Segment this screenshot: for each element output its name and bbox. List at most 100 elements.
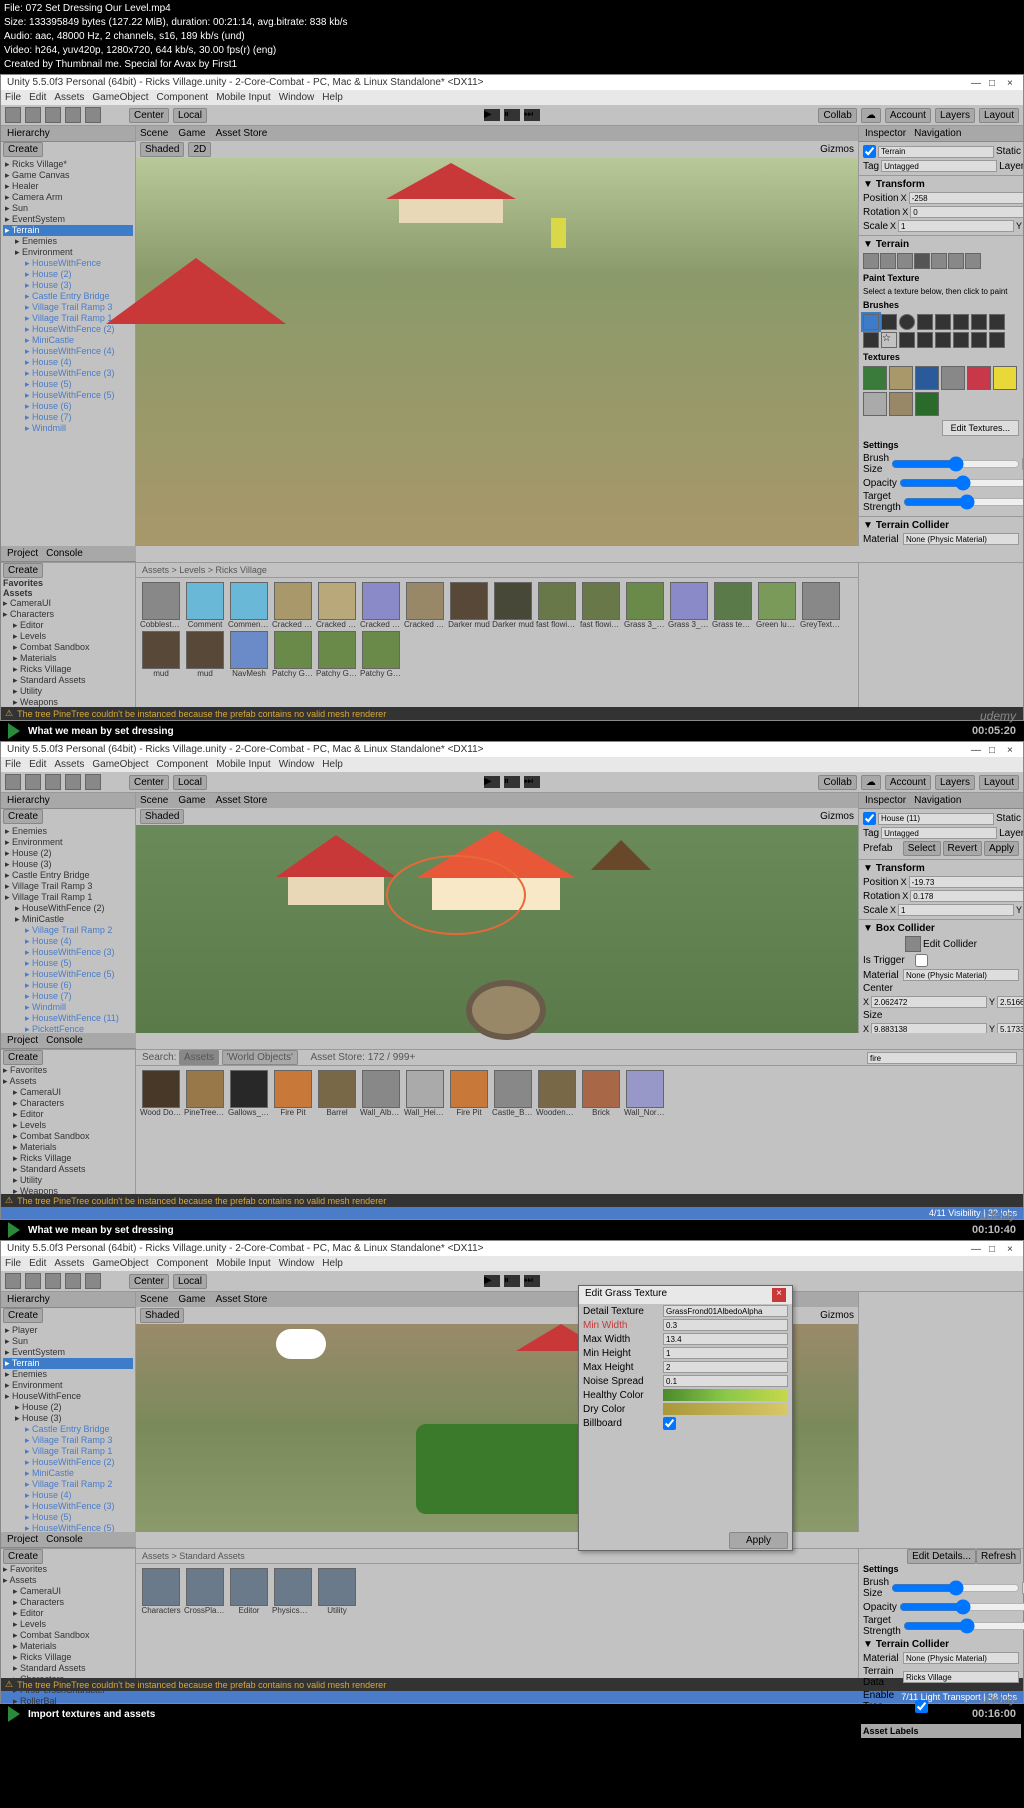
- asset-item[interactable]: CrossPlatf...: [184, 1568, 226, 1615]
- menu-assets[interactable]: Assets: [54, 92, 84, 103]
- revert-button[interactable]: Revert: [943, 841, 982, 856]
- menu-file[interactable]: File: [5, 92, 21, 103]
- project-tree-item[interactable]: ▸ Ricks Village: [1, 664, 135, 675]
- project-tree-item[interactable]: ▸ Materials: [1, 1641, 135, 1652]
- menu-help[interactable]: Help: [322, 92, 343, 103]
- asset-item[interactable]: Castle_Bri...: [492, 1070, 534, 1117]
- paint-height-icon[interactable]: [880, 253, 896, 269]
- asset-item[interactable]: Grass text...: [712, 582, 754, 629]
- max-width-input[interactable]: [663, 1333, 788, 1345]
- asset-item[interactable]: mud: [140, 631, 182, 678]
- scene-view[interactable]: [136, 158, 858, 546]
- hierarchy-item[interactable]: ▸ Environment: [3, 837, 133, 848]
- hierarchy-item[interactable]: ▸ Sun: [3, 203, 133, 214]
- hand-tool-icon[interactable]: [5, 774, 21, 790]
- asset-item[interactable]: Characters: [140, 1568, 182, 1615]
- pause-button[interactable]: ⏸: [504, 109, 520, 121]
- project-tree-item[interactable]: ▸ Characters: [1, 609, 135, 620]
- hierarchy-item[interactable]: ▸ Camera Arm: [3, 192, 133, 203]
- hierarchy-item[interactable]: ▸ Enemies: [3, 1369, 133, 1380]
- brush-item[interactable]: [899, 314, 915, 330]
- hierarchy-item[interactable]: ▸ House (2): [3, 848, 133, 859]
- select-button[interactable]: Select: [903, 841, 941, 856]
- asset-item[interactable]: Darker mud: [492, 582, 534, 629]
- hierarchy-item[interactable]: ▸ House (4): [3, 936, 133, 947]
- details-icon[interactable]: [948, 253, 964, 269]
- asset-item[interactable]: Grass 3_Di...: [624, 582, 666, 629]
- move-tool-icon[interactable]: [25, 107, 41, 123]
- asset-item[interactable]: Patchy Gre...: [272, 631, 314, 678]
- inspector-tab[interactable]: Inspector: [865, 128, 906, 139]
- project-tree-item[interactable]: ▸ Utility: [1, 686, 135, 697]
- favorites-folder[interactable]: Favorites: [1, 578, 135, 588]
- asset-item[interactable]: Cracked So...: [316, 582, 358, 629]
- hand-tool-icon[interactable]: [5, 107, 21, 123]
- hierarchy-item[interactable]: ▸ Village Trail Ramp 1: [3, 892, 133, 903]
- project-tree-item[interactable]: ▸ Levels: [1, 631, 135, 642]
- hierarchy-item[interactable]: ▸ Windmill: [3, 1002, 133, 1013]
- asset-item[interactable]: Brick: [580, 1070, 622, 1117]
- active-checkbox[interactable]: [863, 145, 876, 158]
- target-strength-slider[interactable]: [903, 498, 1023, 506]
- asset-item[interactable]: GreyTextu...: [800, 582, 842, 629]
- project-tree-item[interactable]: ▸ Materials: [1, 1142, 135, 1153]
- texture-item[interactable]: [863, 392, 887, 416]
- project-tree-item[interactable]: ▸ CameraUI: [1, 1586, 135, 1597]
- hierarchy-item[interactable]: ▸ Terrain: [3, 225, 133, 236]
- asset-item[interactable]: mud: [184, 631, 226, 678]
- menu-edit[interactable]: Edit: [29, 92, 46, 103]
- pause-button[interactable]: ⏸: [504, 776, 520, 788]
- brush-item[interactable]: [863, 332, 879, 348]
- navigation-tab[interactable]: Navigation: [914, 128, 961, 139]
- texture-item[interactable]: [889, 392, 913, 416]
- hierarchy-item[interactable]: ▸ HouseWithFence (11): [3, 1013, 133, 1024]
- project-tree-item[interactable]: ▸ Characters: [1, 1098, 135, 1109]
- min-height-input[interactable]: [663, 1347, 788, 1359]
- hierarchy-item[interactable]: ▸ House (6): [3, 980, 133, 991]
- dialog-close-button[interactable]: ×: [772, 1288, 786, 1302]
- hierarchy-item[interactable]: ▸ House (7): [3, 412, 133, 423]
- asset-item[interactable]: Barrel: [316, 1070, 358, 1117]
- project-tree-item[interactable]: ▸ Editor: [1, 1608, 135, 1619]
- healthy-color-picker[interactable]: [663, 1389, 788, 1401]
- detail-texture-field[interactable]: [663, 1305, 788, 1317]
- brush-item[interactable]: [881, 314, 897, 330]
- project-tree-item[interactable]: ▸ Ricks Village: [1, 1153, 135, 1164]
- hierarchy-item[interactable]: ▸ House (6): [3, 401, 133, 412]
- hierarchy-item[interactable]: ▸ Castle Entry Bridge: [3, 870, 133, 881]
- dry-color-picker[interactable]: [663, 1403, 788, 1415]
- menu-gameobject[interactable]: GameObject: [92, 92, 148, 103]
- project-tree-item[interactable]: ▸ Favorites: [1, 1564, 135, 1575]
- texture-item[interactable]: [915, 392, 939, 416]
- asset-item[interactable]: Utility: [316, 1568, 358, 1615]
- hierarchy-item[interactable]: ▸ MiniCastle: [3, 914, 133, 925]
- hierarchy-item[interactable]: ▸ Environment: [3, 1380, 133, 1391]
- breadcrumb[interactable]: Assets > Levels > Ricks Village: [136, 563, 858, 578]
- object-name-input[interactable]: [878, 146, 994, 158]
- project-tree-item[interactable]: ▸ Levels: [1, 1619, 135, 1630]
- brush-item[interactable]: [935, 332, 951, 348]
- asset-item[interactable]: PineTree_...: [184, 1070, 226, 1117]
- project-tree-item[interactable]: ▸ CameraUI: [1, 598, 135, 609]
- brush-item[interactable]: [971, 332, 987, 348]
- hierarchy-item[interactable]: ▸ EventSystem: [3, 1347, 133, 1358]
- rotate-tool-icon[interactable]: [45, 107, 61, 123]
- billboard-checkbox[interactable]: [663, 1417, 676, 1430]
- create-dropdown[interactable]: Create: [3, 563, 43, 578]
- close-icon[interactable]: ×: [1007, 745, 1017, 755]
- create-dropdown[interactable]: Create: [3, 142, 43, 157]
- raise-terrain-icon[interactable]: [863, 253, 879, 269]
- hierarchy-item[interactable]: ▸ Village Trail Ramp 3: [3, 1435, 133, 1446]
- hierarchy-item[interactable]: ▸ House (3): [3, 859, 133, 870]
- asset-item[interactable]: Gallows_b...: [228, 1070, 270, 1117]
- brush-item[interactable]: [989, 332, 1005, 348]
- search-input[interactable]: [867, 1052, 1017, 1064]
- cloud-icon[interactable]: ☁: [861, 108, 881, 123]
- project-tab[interactable]: Project: [7, 548, 38, 559]
- asset-item[interactable]: Fire Pit: [448, 1070, 490, 1117]
- rotate-tool-icon[interactable]: [45, 774, 61, 790]
- hierarchy-item[interactable]: ▸ Terrain: [3, 1358, 133, 1369]
- is-trigger-checkbox[interactable]: [915, 954, 928, 967]
- texture-item[interactable]: [993, 366, 1017, 390]
- pos-x[interactable]: [909, 192, 1023, 204]
